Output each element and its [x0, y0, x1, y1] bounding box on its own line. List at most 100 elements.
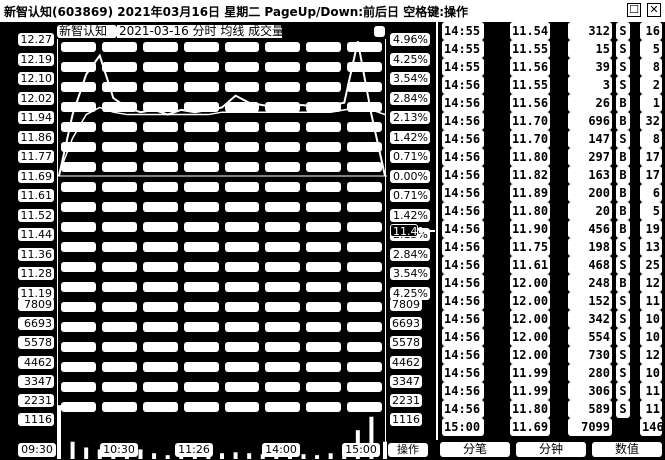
trade-price: 11.69: [510, 418, 550, 436]
trade-volume: 3: [568, 76, 612, 94]
percent-axis-label: 4.96%: [390, 33, 430, 46]
volume-axis-label-right: 1116: [390, 413, 422, 427]
trade-time: 14:56: [442, 382, 484, 400]
time-axis-label: 11:26: [175, 443, 213, 457]
volume-axis-label: 6693: [18, 317, 54, 331]
price-axis-label: 11.28: [18, 267, 54, 280]
trade-volume: 163: [568, 166, 612, 184]
volume-bar: [84, 447, 89, 459]
trade-row: 14:56 12.00 342 S 10: [440, 310, 665, 328]
trade-time: 14:56: [442, 328, 484, 346]
volume-bar: [383, 441, 387, 459]
trade-count: 6: [640, 184, 662, 202]
trade-row: 14:55 11.55 15 S 5: [440, 40, 665, 58]
chart-stock-name: 新智认知: [57, 25, 117, 38]
volume-axis-label: 4462: [18, 355, 54, 369]
price-line: [58, 41, 386, 177]
percent-axis-label: 0.00%: [390, 169, 430, 183]
trade-price: 11.99: [510, 364, 550, 382]
trade-side: S: [616, 382, 630, 400]
trade-price: 11.56: [510, 58, 550, 76]
trade-row: 14:56 11.82 163 B 17: [440, 166, 665, 184]
trade-row: 14:55 11.54 312 S 16: [440, 22, 665, 40]
trade-time: 14:56: [442, 166, 484, 184]
trade-time: 14:56: [442, 184, 484, 202]
trade-row: 14:56 12.00 248 B 12: [440, 274, 665, 292]
trade-row: 14:56 11.90 456 B 19: [440, 220, 665, 238]
operate-button[interactable]: 操作: [388, 443, 428, 457]
trade-side: S: [616, 292, 630, 310]
maximize-button[interactable]: ☐: [627, 3, 641, 17]
trade-volume: 342: [568, 310, 612, 328]
volume-bar: [70, 441, 75, 459]
volume-axis-label-right: 6693: [390, 317, 422, 331]
trade-time: 14:56: [442, 238, 484, 256]
percent-axis-label: 2.13%: [390, 111, 430, 124]
trade-row: 14:56 12.00 152 S 11: [440, 292, 665, 310]
trade-volume: 280: [568, 364, 612, 382]
trade-row: 14:56 11.61 468 S 25: [440, 256, 665, 274]
close-button[interactable]: ✕: [647, 3, 661, 17]
trade-volume: 554: [568, 328, 612, 346]
trade-count: 25: [640, 256, 662, 274]
tab-minutes[interactable]: 分钟: [516, 442, 586, 457]
volume-bar: [165, 455, 170, 459]
trade-price: 11.89: [510, 184, 550, 202]
tab-values[interactable]: 数值: [592, 442, 662, 457]
price-axis-label: 11.77: [18, 150, 54, 163]
trade-count: 5: [640, 40, 662, 58]
trade-volume: 456: [568, 220, 612, 238]
trade-count: 17: [640, 148, 662, 166]
trade-volume: 468: [568, 256, 612, 274]
tab-ticks[interactable]: 分笔: [440, 442, 510, 457]
volume-axis-label: 3347: [18, 374, 54, 388]
trade-count: 10: [640, 310, 662, 328]
trade-time: 14:56: [442, 400, 484, 418]
price-axis-label: 11.69: [18, 169, 54, 183]
trade-time: 14:56: [442, 130, 484, 148]
trade-side: B: [616, 148, 630, 166]
current-price-marker: 11.41: [390, 224, 425, 238]
trade-row: 14:56 11.99 306 S 11: [440, 382, 665, 400]
trade-price: 11.90: [510, 220, 550, 238]
time-axis-label: 14:00: [262, 443, 300, 457]
trade-count: 11: [640, 400, 662, 418]
volume-axis-label: 7809: [18, 298, 54, 311]
trade-side: B: [616, 166, 630, 184]
trade-price: 11.82: [510, 166, 550, 184]
trade-count: 1: [640, 94, 662, 112]
chart-frame: 新智认知 2021-03-16 分时 均线 成交量 12.27 12.19 12.10 1…: [0, 22, 665, 460]
trade-row: 14:56 11.80 20 B 5: [440, 202, 665, 220]
trade-count: 10: [640, 328, 662, 346]
trade-price: 11.55: [510, 40, 550, 58]
trade-row: 14:56 11.80 297 B 17: [440, 148, 665, 166]
trade-count: 11: [640, 382, 662, 400]
trade-row: 14:56 11.55 3 S 2: [440, 76, 665, 94]
trade-price: 12.00: [510, 346, 550, 364]
volume-bar: [328, 453, 333, 459]
chart-toggle-icon[interactable]: [374, 26, 385, 37]
current-price-line: [419, 230, 435, 232]
percent-axis-label: 2.84%: [390, 91, 430, 105]
trade-side: S: [616, 364, 630, 382]
trade-time: 15:00: [442, 418, 484, 436]
trade-price: 11.55: [510, 76, 550, 94]
trade-price: 11.80: [510, 202, 550, 220]
volume-bar: [247, 453, 252, 459]
trade-count: 8: [640, 130, 662, 148]
trade-count: 146: [640, 418, 664, 436]
price-axis-label: 11.44: [18, 228, 54, 241]
trade-time: 14:56: [442, 256, 484, 274]
price-axis-label: 11.86: [18, 130, 54, 144]
chart-header-info: 2021-03-16 分时 均线 成交量: [117, 24, 285, 38]
trade-time: 14:56: [442, 310, 484, 328]
percent-axis-label: 1.42%: [390, 208, 430, 222]
trade-volume: 7099: [568, 418, 612, 436]
volume-axis-label-right: 3347: [390, 374, 422, 388]
table-divider: [436, 22, 438, 440]
percent-axis-label: 2.84%: [390, 247, 430, 261]
trade-price: 12.00: [510, 274, 550, 292]
price-axis-label: 12.10: [18, 72, 54, 85]
trade-volume: 696: [568, 112, 612, 130]
trade-time: 14:55: [442, 58, 484, 76]
